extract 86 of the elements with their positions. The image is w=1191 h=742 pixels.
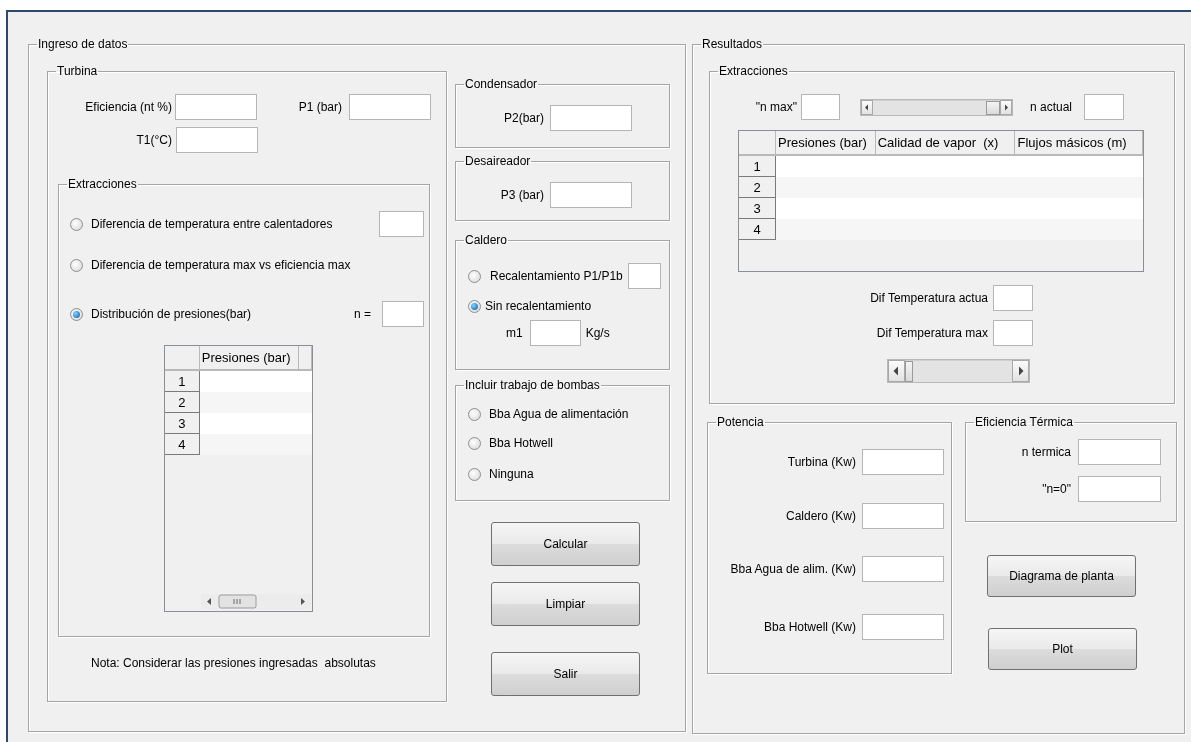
input-field[interactable] <box>862 614 944 640</box>
column-header: Flujos másicos (m) <box>1015 131 1143 155</box>
action-button[interactable]: Diagrama de planta <box>987 555 1136 597</box>
input-field[interactable] <box>993 285 1033 311</box>
radio-label: Diferencia de temperatura entre calentadores <box>91 217 334 231</box>
input-field[interactable] <box>801 94 840 120</box>
radio-label: Ninguna <box>489 467 534 481</box>
radio-label: Sin recalentamiento <box>485 299 592 313</box>
field-label: P1 (bar) <box>297 100 343 114</box>
field-label: n = <box>354 307 371 321</box>
group-title: Caldero <box>464 233 509 247</box>
field-label: Dif Temperatura actua <box>869 291 988 305</box>
field-label: T1(°C) <box>135 133 172 147</box>
input-field[interactable] <box>349 94 431 120</box>
unit-label: Kg/s <box>585 326 610 340</box>
input-field[interactable] <box>1078 439 1161 465</box>
action-button[interactable]: Calcular <box>491 522 640 566</box>
field-label: Eficiencia (nt %) <box>84 100 172 114</box>
input-field[interactable] <box>529 320 581 346</box>
slider[interactable] <box>860 98 1013 116</box>
field-label: "n=0" <box>1041 482 1071 496</box>
row-header: 4 <box>739 218 776 240</box>
radio-button[interactable] <box>70 307 83 321</box>
field-label: Dif Temperatura max <box>875 326 988 340</box>
field-label: Caldero (Kw) <box>784 509 856 523</box>
input-field[interactable] <box>628 263 661 289</box>
slider-thumb[interactable] <box>905 361 913 382</box>
group-title: Turbina <box>56 64 99 78</box>
input-field[interactable] <box>176 127 258 153</box>
slider-thumb[interactable] <box>986 100 1000 115</box>
input-field[interactable] <box>862 449 944 475</box>
column-header: Presiones (bar) <box>775 131 876 155</box>
field-label: Turbina (Kw) <box>786 455 856 469</box>
row-header: 2 <box>165 391 200 413</box>
group-title: Condensador <box>464 77 539 91</box>
radio-button[interactable] <box>70 217 83 231</box>
group-title: Potencia <box>716 415 765 429</box>
radio-label: Bba Hotwell <box>489 436 554 450</box>
column-header: Presiones (bar) <box>199 346 299 370</box>
radio-label: Recalentamiento P1/P1b <box>490 269 624 283</box>
row-header: 3 <box>739 197 776 219</box>
field-label: "n max" <box>754 100 797 114</box>
input-field[interactable] <box>175 94 257 120</box>
radio-button[interactable] <box>468 407 481 421</box>
field-label: P3 (bar) <box>499 188 544 202</box>
input-field[interactable] <box>993 320 1033 346</box>
field-label: Bba Hotwell (Kw) <box>762 620 856 634</box>
input-field[interactable] <box>862 556 944 582</box>
input-field[interactable] <box>550 105 632 131</box>
field-label: P2(bar) <box>503 111 544 125</box>
group-title: Extracciones <box>718 64 789 78</box>
action-button[interactable]: Salir <box>491 652 640 696</box>
input-field[interactable] <box>1084 94 1125 120</box>
input-field[interactable] <box>382 301 424 327</box>
field-label: n actual <box>1030 100 1073 114</box>
radio-label: Diferencia de temperatura max vs eficiencia max <box>91 258 351 272</box>
radio-button[interactable] <box>468 436 481 450</box>
row-header: 1 <box>739 155 776 177</box>
group-title: Eficiencia Térmica <box>974 415 1074 429</box>
radio-label: Bba Agua de alimentación <box>489 407 629 421</box>
group-title: Extracciones <box>67 177 138 191</box>
row-header: 1 <box>165 370 200 392</box>
group-title: Desaireador <box>464 154 532 168</box>
column-header: Calidad de vapor (x) <box>875 131 1015 155</box>
group-title: Resultados <box>701 37 764 51</box>
radio-button[interactable] <box>468 467 481 481</box>
radio-button[interactable] <box>468 299 481 313</box>
radio-label: Distribución de presiones(bar) <box>91 307 253 321</box>
action-button[interactable]: Limpiar <box>491 582 640 626</box>
field-label: m1 <box>506 326 523 340</box>
action-button[interactable]: Plot <box>988 628 1137 670</box>
input-field[interactable] <box>862 503 944 529</box>
radio-button[interactable] <box>468 269 481 283</box>
note-text: Nota: Considerar las presiones ingresadas absolutas <box>91 656 377 670</box>
radio-button[interactable] <box>70 258 83 272</box>
input-field[interactable] <box>550 182 632 208</box>
group-title: Incluir trabajo de bombas <box>464 378 601 392</box>
row-header: 4 <box>165 433 200 455</box>
row-header: 2 <box>739 176 776 198</box>
slider[interactable] <box>887 359 1030 383</box>
input-field[interactable] <box>1078 476 1161 502</box>
group-title: Ingreso de datos <box>37 37 129 51</box>
field-label: Bba Agua de alim. (Kw) <box>729 562 856 576</box>
input-field[interactable] <box>379 211 424 237</box>
field-label: n termica <box>1020 445 1071 459</box>
row-header: 3 <box>165 412 200 434</box>
